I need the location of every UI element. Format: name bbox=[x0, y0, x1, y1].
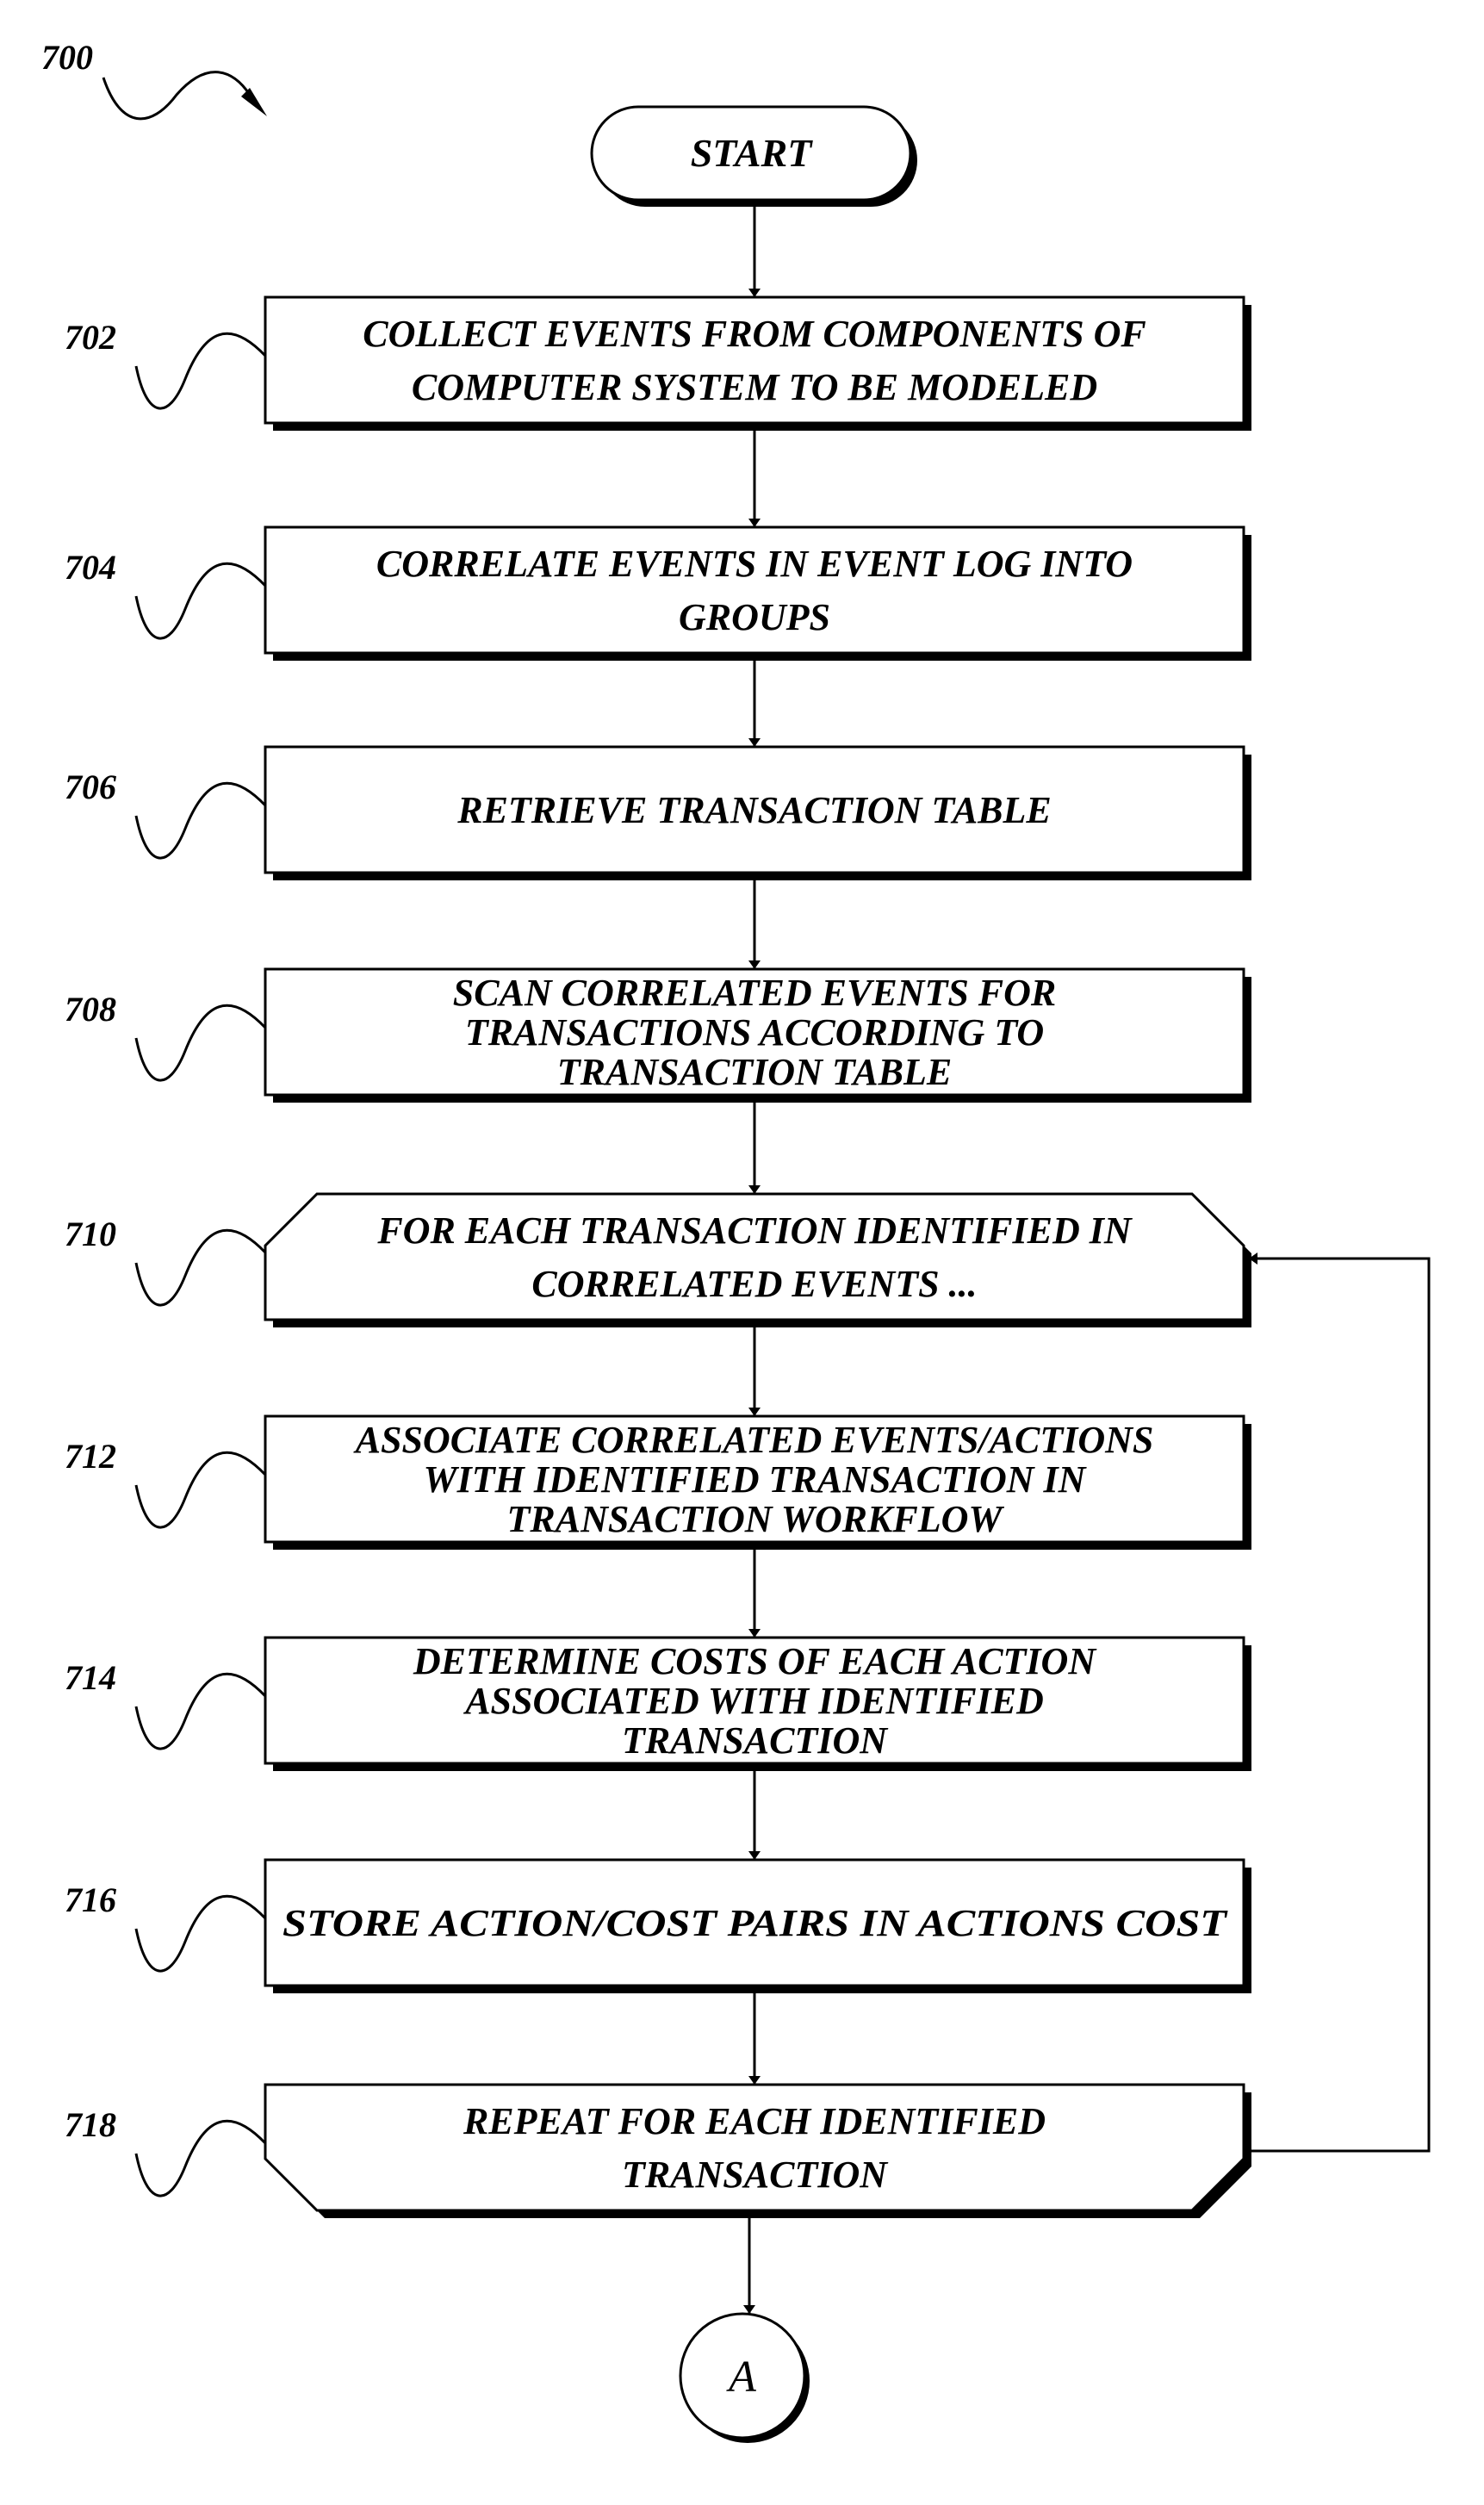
step-702: COLLECT EVENTS FROM COMPONENTS OF COMPUTE… bbox=[65, 295, 1251, 431]
connector-label: A bbox=[726, 2353, 756, 2402]
step-reference-leader bbox=[134, 1894, 267, 1973]
step-text-line: RETRIEVE TRANSACTION TABLE bbox=[456, 789, 1052, 831]
step-reference-label: 708 bbox=[65, 990, 116, 1029]
step-reference-label: 712 bbox=[65, 1437, 116, 1476]
figure-reference-leader bbox=[102, 71, 251, 121]
step-reference-label: 702 bbox=[65, 318, 116, 357]
step-reference-label: 714 bbox=[65, 1658, 116, 1697]
step-text-line: TRANSACTION bbox=[622, 1719, 889, 1762]
step-text-line: STORE ACTION/COST PAIRS IN ACTIONS COST bbox=[283, 1902, 1228, 1944]
step-text-line: TRANSACTION bbox=[622, 2154, 889, 2196]
step-text-line: COMPUTER SYSTEM TO BE MODELED bbox=[412, 366, 1097, 408]
step-text-line: ASSOCIATE CORRELATED EVENTS/ACTIONS bbox=[353, 1419, 1154, 1461]
step-reference-label: 718 bbox=[65, 2105, 116, 2144]
step-text-line: GROUPS bbox=[679, 596, 830, 638]
step-text-line: WITH IDENTIFIED TRANSACTION IN bbox=[424, 1458, 1088, 1501]
step-716: STORE ACTION/COST PAIRS IN ACTIONS COST 7… bbox=[65, 1858, 1251, 1993]
step-text-line: SCAN CORRELATED EVENTS FOR bbox=[453, 972, 1057, 1014]
step-reference-leader bbox=[134, 1004, 267, 1082]
figure-reference-arrowhead-icon bbox=[241, 88, 267, 116]
step-reference-leader bbox=[134, 781, 267, 860]
step-text-line: TRANSACTION WORKFLOW bbox=[507, 1498, 1005, 1540]
step-reference-label: 704 bbox=[65, 548, 116, 587]
step-reference-label: 710 bbox=[65, 1215, 116, 1253]
step-text-line: TRANSACTION TABLE bbox=[557, 1051, 952, 1093]
step-708: SCAN CORRELATED EVENTS FORTRANSACTIONS A… bbox=[65, 967, 1251, 1103]
start-terminal: START bbox=[590, 105, 917, 207]
step-text-line: REPEAT FOR EACH IDENTIFIED bbox=[463, 2100, 1046, 2142]
step-text-line: CORRELATE EVENTS IN EVENT LOG INTO bbox=[376, 543, 1133, 585]
step-text-line: COLLECT EVENTS FROM COMPONENTS OF bbox=[363, 313, 1146, 355]
step-reference-leader bbox=[134, 562, 267, 640]
step-718: REPEAT FOR EACH IDENTIFIED TRANSACTION 718 bbox=[65, 2083, 1251, 2218]
step-reference-leader bbox=[134, 2119, 267, 2197]
step-704: CORRELATE EVENTS IN EVENT LOG INTO GROUPS… bbox=[65, 525, 1251, 661]
step-706: RETRIEVE TRANSACTION TABLE 706 bbox=[65, 745, 1251, 880]
step-710: FOR EACH TRANSACTION IDENTIFIED IN CORREL… bbox=[65, 1192, 1251, 1327]
step-text-line: ASSOCIATED WITH IDENTIFIED bbox=[463, 1680, 1044, 1722]
step-text-line: CORRELATED EVENTS ... bbox=[531, 1263, 977, 1305]
step-reference-label: 716 bbox=[65, 1880, 116, 1919]
step-reference-leader bbox=[134, 1672, 267, 1750]
step-reference-leader bbox=[134, 1451, 267, 1529]
step-reference-leader bbox=[134, 332, 267, 410]
loop-back-arrow bbox=[1244, 1252, 1431, 2153]
step-text-line: FOR EACH TRANSACTION IDENTIFIED IN bbox=[376, 1209, 1133, 1252]
offpage-connector-a: A bbox=[679, 2312, 810, 2443]
step-text-line: DETERMINE COSTS OF EACH ACTION bbox=[413, 1640, 1097, 1682]
step-reference-leader bbox=[134, 1228, 267, 1307]
step-reference-label: 706 bbox=[65, 768, 116, 806]
figure-reference-label: 700 bbox=[41, 38, 93, 77]
step-text-line: TRANSACTIONS ACCORDING TO bbox=[465, 1011, 1044, 1054]
step-712: ASSOCIATE CORRELATED EVENTS/ACTIONSWITH … bbox=[65, 1414, 1251, 1550]
flowchart-700: 700 START COLLECT EVENTS FROM COMPONENTS… bbox=[41, 38, 1431, 2443]
start-label: START bbox=[691, 131, 814, 175]
step-714: DETERMINE COSTS OF EACH ACTIONASSOCIATED… bbox=[65, 1636, 1251, 1771]
